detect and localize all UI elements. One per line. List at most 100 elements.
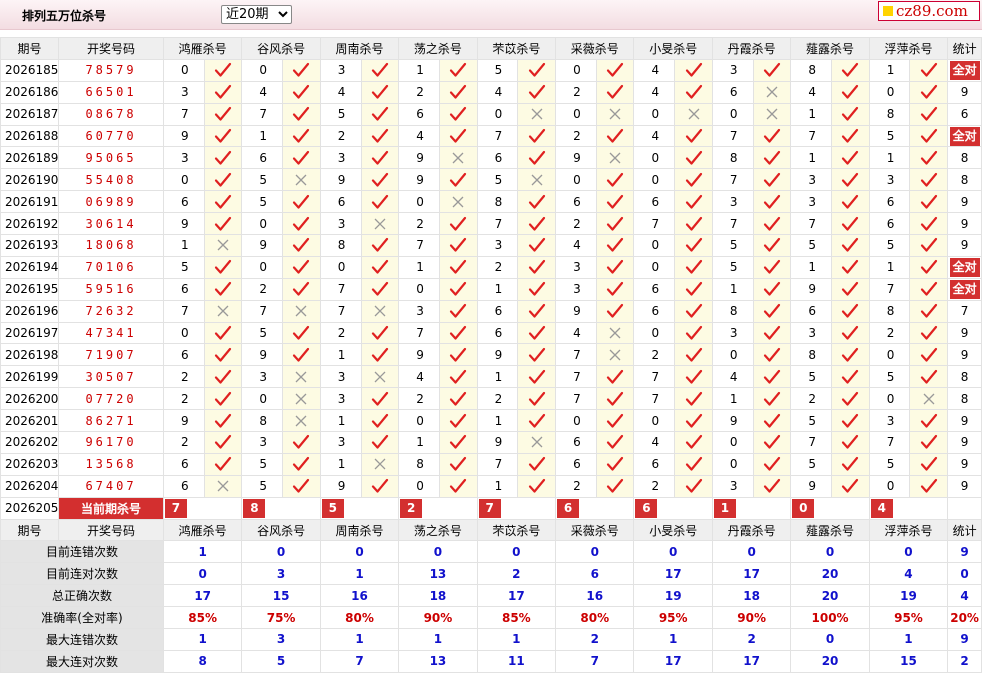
col-header-stat: 统计: [947, 37, 982, 60]
kill-number-cell: 0: [319, 255, 362, 279]
kill-number-cell: 6: [555, 190, 597, 214]
current-kill-cell: 5: [319, 496, 400, 520]
check-icon: [203, 321, 243, 345]
check-icon: [517, 474, 557, 498]
stats-row: 总正确次数 17 15 16 18 17 16 19 18 20 19 4: [0, 584, 982, 608]
open-number-cell: 13568: [58, 452, 164, 476]
kill-number-cell: 2: [476, 255, 519, 279]
check-icon: [831, 146, 870, 170]
issue-cell: 2026204: [0, 474, 60, 498]
kill-number-cell: 7: [476, 212, 519, 236]
kill-number-cell: 4: [633, 80, 676, 104]
check-icon: [595, 299, 635, 323]
stats-row: 最大连错次数 1 3 1 1 1 2 1 2 0 1 9: [0, 628, 982, 651]
check-icon: [909, 431, 949, 454]
kill-number-cell: 9: [162, 409, 205, 433]
kill-number-cell: 3: [162, 80, 205, 104]
site-logo[interactable]: cz89.com: [878, 1, 980, 21]
col-header-expert: 荡之杀号: [398, 518, 478, 542]
check-icon: [595, 474, 635, 498]
kill-number-cell: 6: [398, 102, 440, 126]
col-header-expert: 荡之杀号: [398, 37, 478, 60]
stat-cell: 9: [947, 431, 982, 454]
open-number-cell: 59516: [58, 277, 164, 301]
col-header-expert: 丹霞杀号: [711, 518, 792, 542]
col-header-expert: 谷风杀号: [241, 37, 321, 60]
check-icon: [517, 255, 557, 279]
check-icon: [674, 168, 713, 192]
issue-cell: 2026193: [0, 234, 60, 257]
kill-number-cell: 7: [790, 431, 833, 454]
period-select[interactable]: 近20期: [221, 5, 292, 24]
kill-number-cell: 6: [633, 190, 676, 214]
cross-icon: [360, 365, 400, 389]
kill-number-cell: 0: [162, 168, 205, 192]
kill-number-cell: 9: [319, 474, 362, 498]
check-icon: [203, 343, 243, 367]
stats-value: 0: [790, 628, 870, 651]
check-icon: [752, 124, 792, 148]
kill-number-cell: 4: [555, 321, 597, 345]
check-icon: [203, 190, 243, 214]
kill-number-cell: 2: [476, 387, 519, 411]
col-header-expert: 薤露杀号: [790, 37, 870, 60]
kill-number-cell: 8: [319, 234, 362, 257]
issue-cell: 2026195: [0, 277, 60, 301]
kill-number-cell: 0: [398, 409, 440, 433]
stats-value: 90%: [711, 606, 792, 630]
kill-number-cell: 9: [790, 277, 833, 301]
kill-number-cell: 8: [790, 58, 833, 82]
check-icon: [752, 365, 792, 389]
kill-number-cell: 7: [790, 124, 833, 148]
kill-number-cell: 0: [711, 431, 754, 454]
kill-number-cell: 6: [555, 431, 597, 454]
check-icon: [282, 474, 321, 498]
check-icon: [909, 365, 949, 389]
stat-cell: 7: [947, 299, 982, 323]
check-icon: [282, 80, 321, 104]
stats-value: 17: [633, 562, 713, 586]
cross-icon: [282, 365, 321, 389]
kill-number-cell: 6: [633, 277, 676, 301]
stat-cell: 9: [947, 474, 982, 498]
check-icon: [595, 212, 635, 236]
stats-value: 85%: [162, 606, 243, 630]
current-kill-cell: 2: [398, 496, 478, 520]
stat-cell: 9: [947, 409, 982, 433]
kill-number-cell: 4: [633, 431, 676, 454]
kill-number-cell: 7: [319, 277, 362, 301]
check-icon: [909, 80, 949, 104]
issue-cell: 2026198: [0, 343, 60, 367]
current-kill-cell: 8: [241, 496, 321, 520]
stats-value: 1: [633, 628, 713, 651]
check-icon: [360, 321, 400, 345]
kill-number-cell: 4: [241, 80, 284, 104]
stat-cell: 8: [947, 387, 982, 411]
check-icon: [752, 255, 792, 279]
open-number-cell: 71907: [58, 343, 164, 367]
current-kill-badge: 5: [321, 498, 344, 518]
page-title: 排列五万位杀号: [22, 9, 107, 23]
check-icon: [752, 452, 792, 476]
kill-number-cell: 1: [319, 452, 362, 476]
stats-value: 1: [162, 628, 243, 651]
open-number-cell: 86271: [58, 409, 164, 433]
stats-value: 17: [476, 584, 557, 608]
open-number-cell: 30507: [58, 365, 164, 389]
cross-icon: [438, 146, 478, 170]
table-row: 2026194 70106 5 0 0 1 2 3 0 5 1 1 全对: [0, 255, 982, 279]
check-icon: [438, 102, 478, 126]
stats-value: 1: [162, 540, 243, 564]
stats-value: 1: [476, 628, 557, 651]
table-row: 2026195 59516 6 2 7 0 1 3 6 1 9 7 全对: [0, 277, 982, 301]
check-icon: [752, 343, 792, 367]
kill-number-cell: 2: [398, 80, 440, 104]
check-icon: [360, 102, 400, 126]
stat-cell: 9: [947, 212, 982, 236]
check-icon: [831, 212, 870, 236]
check-icon: [674, 409, 713, 433]
kill-number-cell: 6: [162, 474, 205, 498]
kill-number-cell: 7: [162, 299, 205, 323]
check-icon: [831, 255, 870, 279]
col-header-expert: 小旻杀号: [633, 518, 713, 542]
